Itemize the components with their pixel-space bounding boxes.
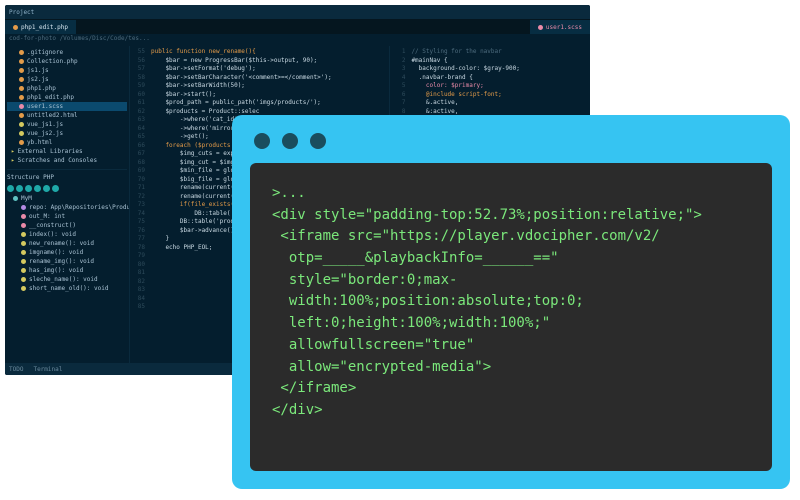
tab-php[interactable]: php1_edit.php — [5, 20, 76, 34]
structure-item[interactable]: rename_img(): void — [7, 257, 127, 266]
breadcrumb[interactable]: cod-for-photo /Volumes/Disc/Code/tes... — [5, 34, 590, 46]
tree-item[interactable]: yb.html — [7, 138, 127, 147]
structure-item[interactable]: sleche_name(): void — [7, 275, 127, 284]
terminal-window: >...<div style="padding-top:52.73%;posit… — [232, 115, 790, 489]
structure-item[interactable]: index(): void — [7, 230, 127, 239]
tree-item[interactable]: ▸Scratches and Consoles — [7, 156, 127, 165]
tree-item[interactable]: user1.scss — [7, 102, 127, 111]
traffic-dot[interactable] — [282, 133, 298, 149]
traffic-dot[interactable] — [254, 133, 270, 149]
structure-item[interactable]: short_name_old(): void — [7, 284, 127, 293]
tree-item[interactable]: .gitignore — [7, 48, 127, 57]
gutter: 5556575859606162636465666768697071727374… — [130, 46, 148, 363]
structure-item[interactable]: __construct() — [7, 221, 127, 230]
tree-item[interactable]: ▸External Libraries — [7, 147, 127, 156]
todo-tab[interactable]: TODO — [9, 366, 23, 373]
structure-item[interactable]: new_rename(): void — [7, 239, 127, 248]
structure-item[interactable]: imgname(): void — [7, 248, 127, 257]
file-icon — [13, 25, 18, 30]
structure-panel: Structure PHP MyMrepo: App\Repositories\… — [7, 169, 127, 293]
tree-item[interactable]: php1_edit.php — [7, 93, 127, 102]
structure-item[interactable]: repo: App\Repositories\ProductRepo — [7, 203, 127, 212]
ide-toolbar: Project — [5, 5, 590, 20]
terminal-titlebar — [250, 129, 772, 163]
editor-tabs: php1_edit.php user1.scss — [5, 20, 590, 34]
tree-item[interactable]: php1.php — [7, 84, 127, 93]
terminal-body[interactable]: >...<div style="padding-top:52.73%;posit… — [250, 163, 772, 471]
tree-item[interactable]: js1.js — [7, 66, 127, 75]
project-tree[interactable]: .gitignoreCollection.phpjs1.jsjs2.jsphp1… — [5, 46, 130, 363]
structure-item[interactable]: has_img(): void — [7, 266, 127, 275]
structure-item[interactable]: MyM — [7, 194, 127, 203]
traffic-dot[interactable] — [310, 133, 326, 149]
structure-item[interactable]: out_M: int — [7, 212, 127, 221]
structure-header[interactable]: Structure PHP — [7, 172, 127, 183]
tree-item[interactable]: js2.js — [7, 75, 127, 84]
tree-item[interactable]: Collection.php — [7, 57, 127, 66]
terminal-tab[interactable]: Terminal — [33, 366, 62, 373]
tree-item[interactable]: vue_js2.js — [7, 129, 127, 138]
tab-scss[interactable]: user1.scss — [530, 20, 590, 34]
tree-item[interactable]: vue_js1.js — [7, 120, 127, 129]
tree-item[interactable]: untitled2.html — [7, 111, 127, 120]
file-icon — [538, 25, 543, 30]
project-label[interactable]: Project — [9, 9, 34, 16]
